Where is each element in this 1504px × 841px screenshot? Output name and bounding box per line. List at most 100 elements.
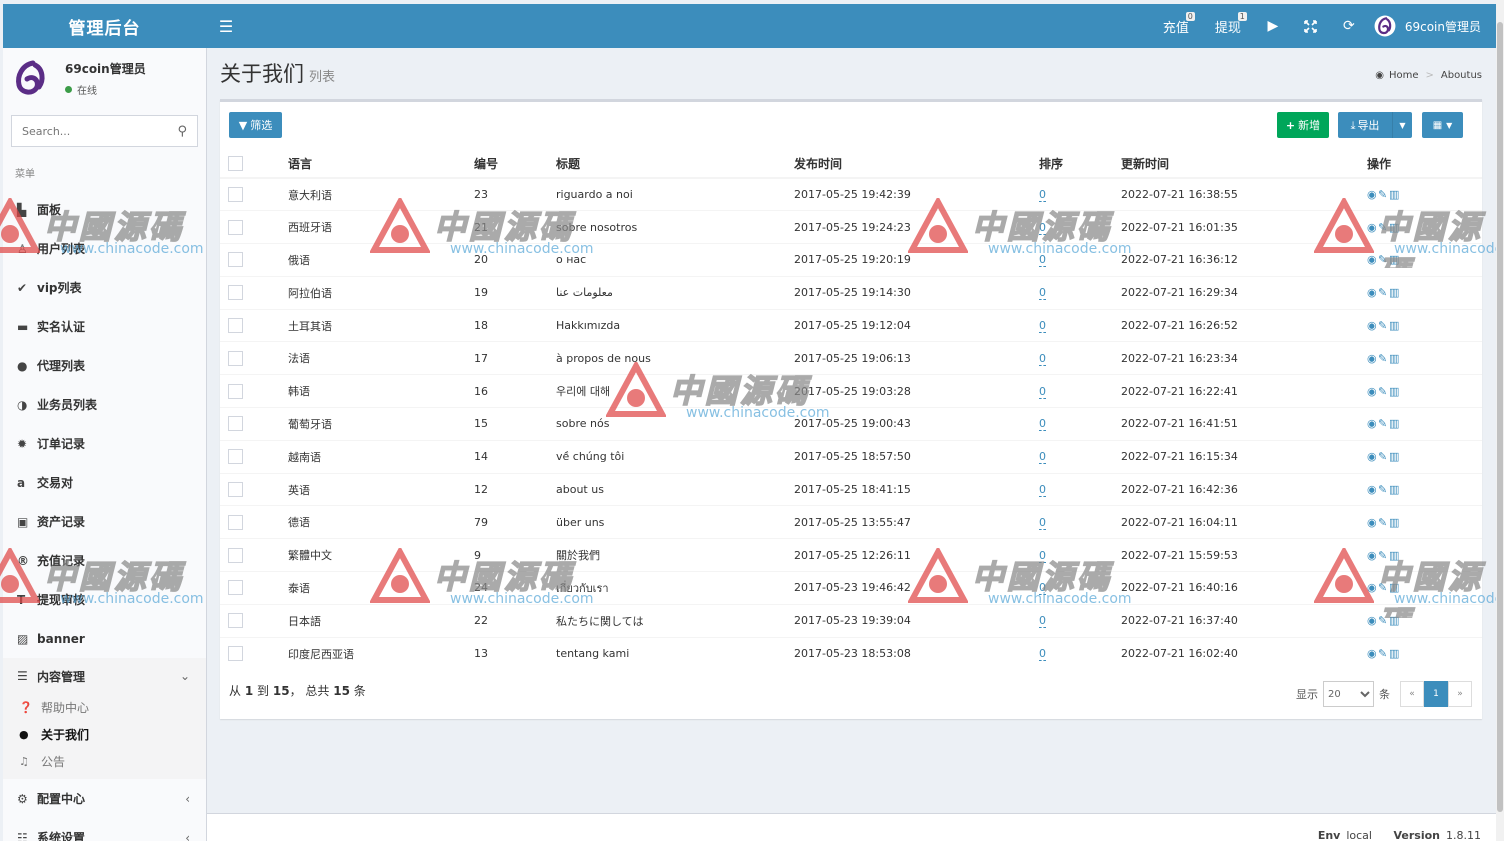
trash-icon[interactable]: ▥ — [1389, 221, 1400, 234]
fullscreen-icon[interactable] — [1292, 4, 1330, 48]
eye-icon[interactable]: ◉ — [1367, 319, 1378, 332]
sort-editable[interactable]: 0 — [1039, 351, 1046, 366]
sort-editable[interactable]: 0 — [1039, 220, 1046, 235]
eye-icon[interactable]: ◉ — [1367, 581, 1378, 594]
sort-editable[interactable]: 0 — [1039, 253, 1046, 268]
sidebar-item-recharges[interactable]: ® 充值记录 — [3, 541, 206, 580]
edit-icon[interactable]: ✎ — [1378, 319, 1389, 332]
new-button[interactable]: + 新增 — [1277, 112, 1329, 138]
row-checkbox[interactable] — [228, 285, 243, 301]
row-checkbox[interactable] — [228, 416, 243, 432]
prev-page-button[interactable]: « — [1400, 681, 1424, 707]
row-checkbox[interactable] — [228, 350, 243, 366]
play-icon[interactable]: ▶ — [1254, 4, 1292, 48]
page-scrollbar[interactable] — [1496, 0, 1504, 841]
eye-icon[interactable]: ◉ — [1367, 417, 1378, 430]
sidebar-item-help[interactable]: ❓ 帮助中心 — [3, 694, 206, 721]
row-checkbox[interactable] — [228, 514, 243, 530]
sidebar-item-pairs[interactable]: a 交易对 — [3, 463, 206, 502]
edit-icon[interactable]: ✎ — [1378, 549, 1389, 562]
trash-icon[interactable]: ▥ — [1389, 516, 1400, 529]
user-menu[interactable]: 69coin管理员 — [1368, 4, 1496, 48]
brand-logo[interactable]: 管理后台 — [3, 4, 206, 48]
refresh-icon[interactable]: ⟳ — [1330, 4, 1368, 48]
trash-icon[interactable]: ▥ — [1389, 319, 1400, 332]
search-input[interactable] — [22, 124, 178, 138]
edit-icon[interactable]: ✎ — [1378, 188, 1389, 201]
eye-icon[interactable]: ◉ — [1367, 614, 1378, 627]
trash-icon[interactable]: ▥ — [1389, 188, 1400, 201]
export-dropdown-caret-icon[interactable]: ▼ — [1392, 112, 1412, 138]
trash-icon[interactable]: ▥ — [1389, 450, 1400, 463]
row-checkbox[interactable] — [228, 547, 243, 563]
eye-icon[interactable]: ◉ — [1367, 188, 1378, 201]
sidebar-item-config[interactable]: ⚙ 配置中心 ‹ — [3, 779, 206, 818]
edit-icon[interactable]: ✎ — [1378, 352, 1389, 365]
eye-icon[interactable]: ◉ — [1367, 286, 1378, 299]
sort-editable[interactable]: 0 — [1039, 483, 1046, 498]
edit-icon[interactable]: ✎ — [1378, 647, 1389, 660]
hamburger-icon[interactable]: ☰ — [206, 17, 246, 36]
breadcrumb-home[interactable]: Home — [1389, 70, 1419, 81]
sidebar-item-dashboard[interactable]: ▙ 面板 — [3, 190, 206, 229]
trash-icon[interactable]: ▥ — [1389, 352, 1400, 365]
sort-editable[interactable]: 0 — [1039, 188, 1046, 203]
withdraw-link[interactable]: 提现 1 — [1202, 4, 1254, 48]
edit-icon[interactable]: ✎ — [1378, 614, 1389, 627]
row-checkbox[interactable] — [228, 482, 243, 498]
trash-icon[interactable]: ▥ — [1389, 385, 1400, 398]
sort-editable[interactable]: 0 — [1039, 548, 1046, 563]
edit-icon[interactable]: ✎ — [1378, 253, 1389, 266]
sidebar-item-users[interactable]: ♙ 用户列表 — [3, 229, 206, 268]
per-page-select[interactable]: 20 — [1323, 681, 1374, 707]
row-checkbox[interactable] — [228, 613, 243, 629]
next-page-button[interactable]: » — [1448, 681, 1472, 707]
row-checkbox[interactable] — [228, 449, 243, 465]
sidebar-item-settings[interactable]: ☷ 系统设置 ‹ — [3, 818, 206, 841]
eye-icon[interactable]: ◉ — [1367, 385, 1378, 398]
trash-icon[interactable]: ▥ — [1389, 286, 1400, 299]
eye-icon[interactable]: ◉ — [1367, 221, 1378, 234]
trash-icon[interactable]: ▥ — [1389, 581, 1400, 594]
row-checkbox[interactable] — [228, 187, 243, 203]
sidebar-item-banner[interactable]: ▨ banner — [3, 619, 206, 658]
sort-editable[interactable]: 0 — [1039, 384, 1046, 399]
sidebar-item-salesmen[interactable]: ◑ 业务员列表 — [3, 385, 206, 424]
sidebar-item-agents[interactable]: ● 代理列表 — [3, 346, 206, 385]
edit-icon[interactable]: ✎ — [1378, 221, 1389, 234]
select-all-checkbox[interactable] — [228, 155, 243, 171]
eye-icon[interactable]: ◉ — [1367, 450, 1378, 463]
eye-icon[interactable]: ◉ — [1367, 549, 1378, 562]
filter-button[interactable]: ▼ 筛选 — [229, 112, 282, 138]
trash-icon[interactable]: ▥ — [1389, 647, 1400, 660]
search-icon[interactable]: ⚲ — [177, 124, 187, 139]
edit-icon[interactable]: ✎ — [1378, 286, 1389, 299]
edit-icon[interactable]: ✎ — [1378, 516, 1389, 529]
edit-icon[interactable]: ✎ — [1378, 417, 1389, 430]
edit-icon[interactable]: ✎ — [1378, 483, 1389, 496]
eye-icon[interactable]: ◉ — [1367, 352, 1378, 365]
row-checkbox[interactable] — [228, 318, 243, 334]
row-checkbox[interactable] — [228, 646, 243, 662]
edit-icon[interactable]: ✎ — [1378, 581, 1389, 594]
sort-editable[interactable]: 0 — [1039, 515, 1046, 530]
sidebar-item-withdrawals[interactable]: T 提现审核 — [3, 580, 206, 619]
eye-icon[interactable]: ◉ — [1367, 516, 1378, 529]
sort-editable[interactable]: 0 — [1039, 450, 1046, 465]
sidebar-item-realname[interactable]: ▬ 实名认证 — [3, 307, 206, 346]
eye-icon[interactable]: ◉ — [1367, 253, 1378, 266]
sort-editable[interactable]: 0 — [1039, 417, 1046, 432]
row-checkbox[interactable] — [228, 383, 243, 399]
columns-button[interactable]: ▦ ▼ — [1422, 112, 1463, 138]
sort-editable[interactable]: 0 — [1039, 581, 1046, 596]
row-checkbox[interactable] — [228, 219, 243, 235]
edit-icon[interactable]: ✎ — [1378, 450, 1389, 463]
sort-editable[interactable]: 0 — [1039, 319, 1046, 334]
sidebar-item-orders[interactable]: ✹ 订单记录 — [3, 424, 206, 463]
sort-editable[interactable]: 0 — [1039, 286, 1046, 301]
sidebar-item-assets[interactable]: ▣ 资产记录 — [3, 502, 206, 541]
trash-icon[interactable]: ▥ — [1389, 549, 1400, 562]
scrollbar-thumb[interactable] — [1497, 22, 1503, 812]
trash-icon[interactable]: ▥ — [1389, 417, 1400, 430]
sort-editable[interactable]: 0 — [1039, 647, 1046, 662]
